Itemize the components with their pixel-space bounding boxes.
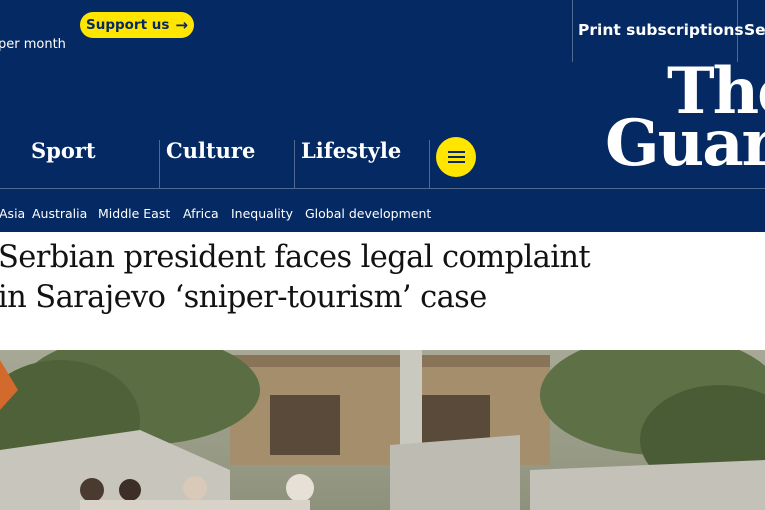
- nav-item-sport[interactable]: Sport: [31, 138, 96, 163]
- subnav-item-australia[interactable]: Australia: [32, 206, 87, 221]
- support-us-button[interactable]: Support us →: [80, 12, 194, 38]
- subnav-item-middle-east[interactable]: Middle East: [98, 206, 170, 221]
- subnav-item-asia[interactable]: Asia: [0, 206, 25, 221]
- article-photo: [0, 350, 765, 510]
- hamburger-menu-icon[interactable]: [436, 137, 476, 177]
- article-headline: Serbian president faces legal complaint …: [0, 238, 758, 318]
- per-month-text: per month: [0, 37, 66, 52]
- support-us-label: Support us: [86, 17, 170, 33]
- nav-divider: [429, 140, 430, 188]
- headline-line: Serbian president faces legal complaint: [0, 240, 591, 275]
- headline-line: in Sarajevo ‘sniper-tourism’ case: [0, 280, 487, 315]
- subnav-item-global-development[interactable]: Global development: [305, 206, 431, 221]
- top-divider: [572, 0, 573, 62]
- nav-item-lifestyle[interactable]: Lifestyle: [301, 138, 401, 163]
- print-subscriptions-link[interactable]: Print subscriptions: [578, 21, 744, 39]
- logo-guardian[interactable]: Guar: [605, 112, 765, 176]
- arrow-right-icon: →: [175, 16, 188, 34]
- nav-item-culture[interactable]: Culture: [166, 138, 255, 163]
- subnav-item-inequality[interactable]: Inequality: [231, 206, 293, 221]
- subnav-item-africa[interactable]: Africa: [183, 206, 219, 221]
- nav-divider: [159, 140, 160, 188]
- search-link[interactable]: Sea: [744, 21, 765, 39]
- nav-divider: [294, 140, 295, 188]
